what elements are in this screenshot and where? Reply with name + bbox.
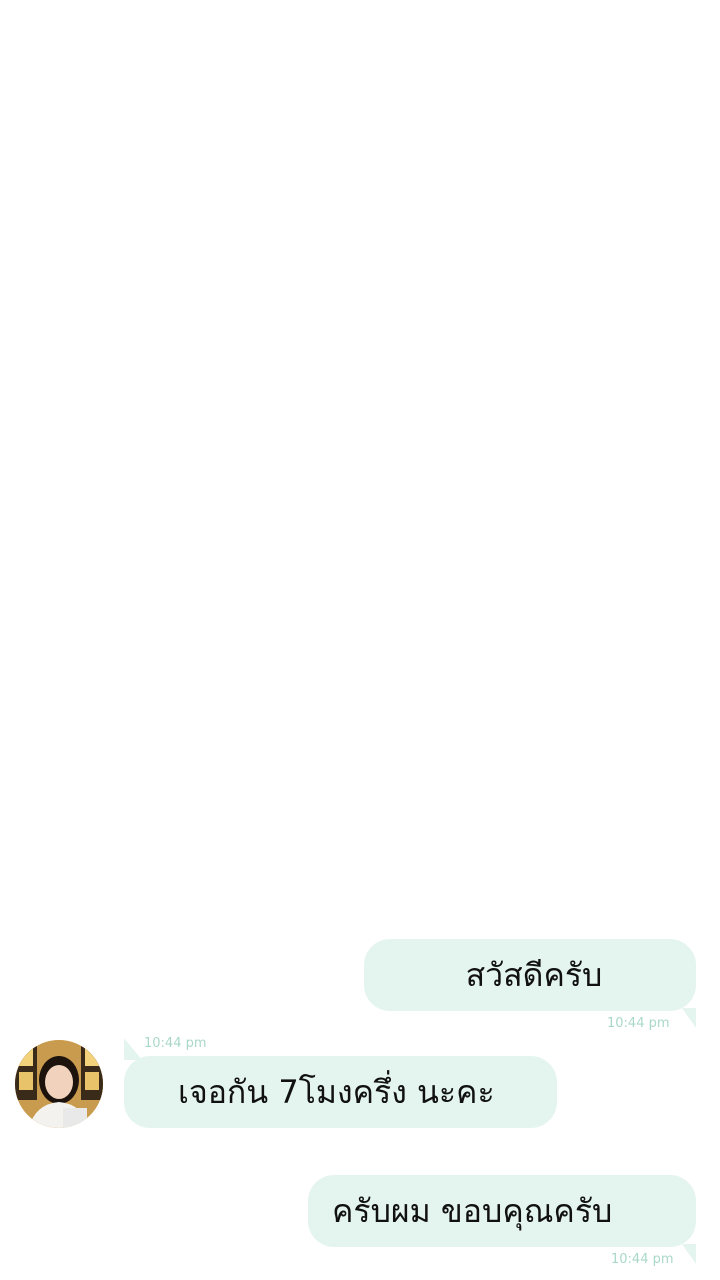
bubble-tail (124, 1038, 142, 1060)
message-timestamp: 10:44 pm (144, 1036, 207, 1051)
chat-message-list[interactable]: สวัสดีครับ 10:44 pm 10:44 pm เจอกัน 7โมง… (0, 0, 720, 1280)
message-timestamp: 10:44 pm (607, 1016, 670, 1031)
bubble-tail (682, 1244, 696, 1264)
message-timestamp: 10:44 pm (611, 1252, 674, 1267)
message-text: สวัสดีครับ (465, 956, 603, 994)
bubble-tail (682, 1008, 696, 1028)
incoming-message-bubble[interactable]: เจอกัน 7โมงครึ่ง นะคะ (124, 1056, 557, 1128)
message-text: ครับผม ขอบคุณครับ (332, 1192, 613, 1230)
contact-photo-icon (15, 1040, 103, 1128)
contact-avatar[interactable] (15, 1040, 103, 1128)
outgoing-message-bubble[interactable]: ครับผม ขอบคุณครับ (308, 1175, 696, 1247)
outgoing-message-bubble[interactable]: สวัสดีครับ (364, 939, 696, 1011)
message-text: เจอกัน 7โมงครึ่ง นะคะ (178, 1073, 495, 1111)
